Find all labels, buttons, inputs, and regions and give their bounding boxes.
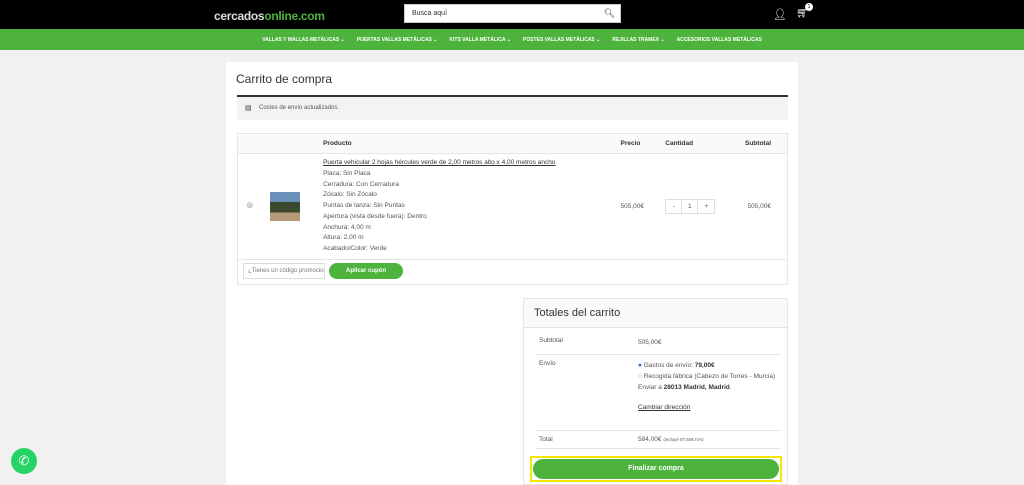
shipping-option-delivery[interactable]: ● Gastos de envío: 79,00€ (638, 360, 778, 371)
quantity-stepper[interactable]: -1 + (665, 199, 716, 214)
checkout-button[interactable]: Finalizar compra (533, 459, 779, 479)
table-header: Producto Precio Cantidad Subtotal (237, 133, 788, 154)
search-icon[interactable]: 🔍︎ (604, 8, 615, 19)
logo-text: cercados (214, 9, 265, 23)
header-quantity: Cantidad (665, 133, 745, 154)
header-subtotal: Subtotal (745, 133, 788, 154)
totals-title: Totales del carrito (524, 299, 787, 328)
apply-coupon-button[interactable]: Aplicar cupón (329, 263, 403, 279)
radio-unselected[interactable]: ○ (638, 373, 642, 380)
nav-item-vallas[interactable]: VALLAS Y MALLAS METÁLICAS ⌄ (262, 37, 345, 43)
shipping-option-pickup[interactable]: ○ Recogida fábrica (Cabezo de Torres - M… (638, 371, 778, 382)
subtotal-label: Subtotal (539, 337, 563, 344)
product-option: Apertura (vista desde fuera): Dentro (323, 212, 427, 220)
product-name-link[interactable]: Puerta vehicular 2 hojas hércules verde … (323, 158, 620, 169)
page-title: Carrito de compra (236, 72, 333, 86)
checkout-button-highlight: Finalizar compra (530, 456, 782, 482)
total-value: 584,00€ (638, 436, 662, 443)
product-option: Altura: 2,00 m (323, 234, 364, 242)
main-nav: VALLAS Y MALLAS METÁLICAS ⌄ PUERTAS VALL… (0, 29, 1024, 50)
item-price: 505,00€ (620, 203, 645, 210)
search-placeholder: Busca aquí (412, 10, 448, 17)
total-label: Total (539, 436, 553, 443)
product-option: Acabado/Color: Verde (323, 244, 387, 252)
search-input[interactable]: Busca aquí 🔍︎ (404, 4, 621, 23)
product-option: Anchura: 4,00 m (323, 223, 371, 231)
product-option: Zócalo: Sin Zócalo (323, 191, 377, 199)
header-product: Producto (323, 133, 621, 154)
product-thumbnail[interactable] (269, 192, 300, 221)
nav-item-rejillas[interactable]: REJILLAS TRAMEX ⌄ (612, 37, 664, 43)
tax-note: (incluye 87,64€ IVA) (663, 437, 704, 442)
option-label: Gastos de envío: (643, 362, 695, 369)
option-price: 79,00€ (694, 362, 715, 369)
coupon-input[interactable]: ¿Tienes un código promocional? (243, 263, 325, 279)
logo-text-accent: online.com (264, 9, 325, 23)
product-option: Placa: Sin Placa (323, 170, 371, 178)
radio-selected[interactable]: ● (638, 362, 642, 369)
item-subtotal: 505,00€ (747, 203, 772, 210)
decrease-button[interactable]: - (666, 200, 683, 213)
user-icon[interactable]: 👤︎ (773, 8, 787, 21)
ship-address: 28013 Madrid, Madrid (663, 384, 730, 391)
option-label: Recogida fábrica (Cabezo de Torres - Mur… (643, 373, 776, 380)
nav-item-accesorios[interactable]: ACCESORIOS VALLAS METÁLICAS (677, 37, 762, 43)
nav-item-kits[interactable]: KITS VALLA METÁLICA ⌄ (449, 37, 511, 43)
product-option: Puntas de lanza: Sin Puntas (323, 202, 405, 210)
nav-item-puertas[interactable]: PUERTAS VALLAS METÁLICAS ⌄ (357, 37, 438, 43)
header-price: Precio (620, 133, 666, 154)
nav-item-postes[interactable]: POSTES VALLAS METÁLICAS ⌄ (523, 37, 600, 43)
increase-button[interactable]: + (698, 200, 714, 213)
ship-to-text: Enviar a (638, 384, 664, 391)
notice-text: Costes de envío actualizados. (259, 105, 340, 111)
remove-item-icon[interactable]: ⊗ (246, 200, 254, 210)
whatsapp-icon[interactable]: ✆ (11, 448, 37, 474)
notice-banner: ▤ Costes de envío actualizados. (237, 95, 788, 120)
product-option: Cerradura: Con Cerradura (323, 180, 399, 188)
quantity-input[interactable]: 1 (682, 200, 699, 213)
top-bar: cercadosonline.com Busca aquí 🔍︎ 👤︎ 🛒︎ 1 (0, 0, 1024, 29)
logo[interactable]: cercadosonline.com (214, 9, 325, 23)
calendar-icon: ▤ (245, 105, 252, 112)
change-address-link[interactable]: Cambiar dirección (638, 402, 778, 413)
shipping-label: Envío (539, 360, 556, 367)
subtotal-value: 505,00€ (638, 339, 662, 346)
table-row: ⊗ Puerta vehicular 2 hojas hércules verd… (238, 154, 788, 260)
cart-count-badge: 1 (805, 3, 813, 11)
